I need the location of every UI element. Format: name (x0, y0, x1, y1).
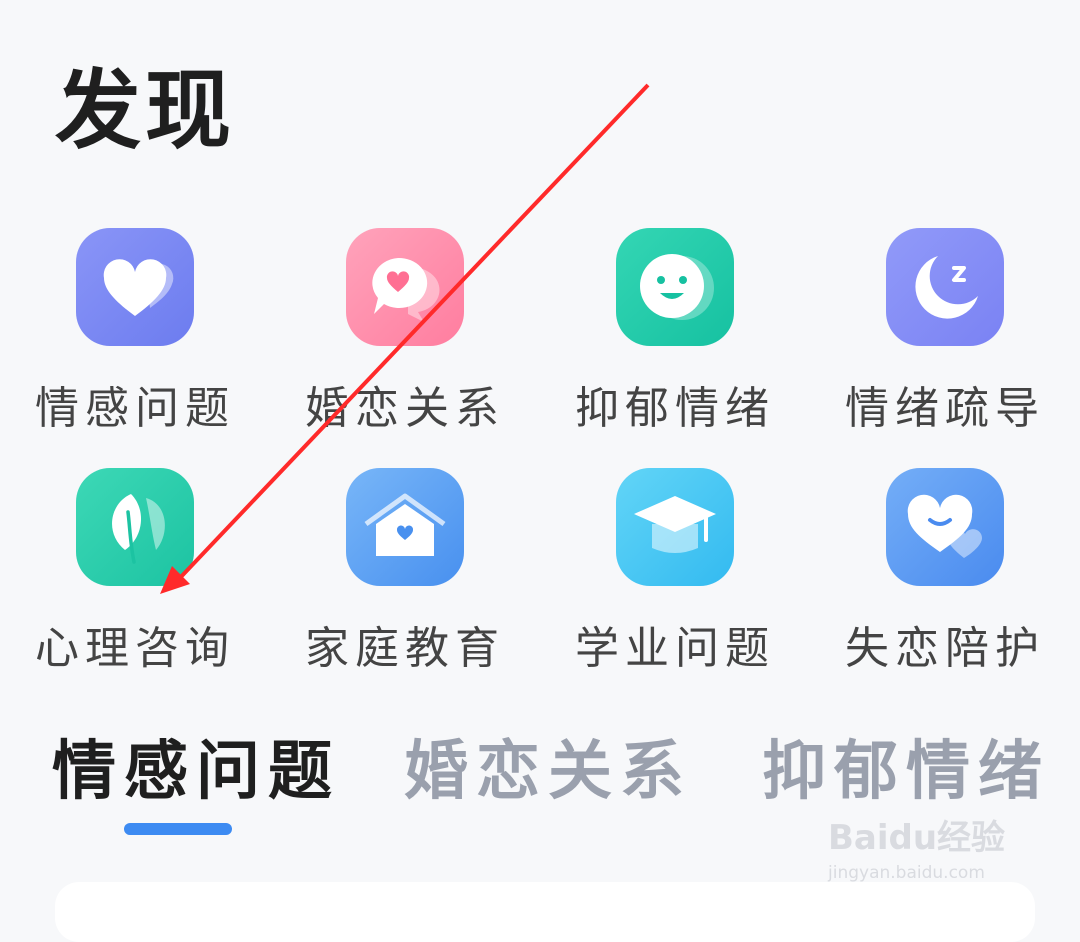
category-label: 抑郁情绪 (575, 383, 775, 434)
heart-icon (76, 228, 194, 346)
category-breakup[interactable]: 失恋陪护 (810, 468, 1080, 674)
category-grid: 情感问题 婚恋关系 抑郁情绪 情绪疏导 心理咨询 家庭教育 学业问题 失恋陪护 (0, 228, 1080, 674)
category-label: 心理咨询 (35, 623, 235, 674)
category-label: 情感问题 (35, 383, 235, 434)
category-label: 学业问题 (575, 623, 775, 674)
category-label: 情绪疏导 (845, 383, 1045, 434)
tab-depression[interactable]: 抑郁情绪 (762, 720, 1050, 812)
watermark: Baidu经验 jingyan.baidu.com (828, 810, 1028, 883)
leaf-icon (76, 468, 194, 586)
category-counseling[interactable]: 心理咨询 (0, 468, 270, 674)
house-heart-icon (346, 468, 464, 586)
page-title: 发现 (55, 60, 235, 161)
tab-marriage[interactable]: 婚恋关系 (404, 720, 692, 812)
category-emotion[interactable]: 情感问题 (0, 228, 270, 434)
category-label: 婚恋关系 (305, 383, 505, 434)
tab-emotion[interactable]: 情感问题 (52, 720, 340, 812)
category-label: 失恋陪护 (845, 623, 1045, 674)
chat-heart-icon (346, 228, 464, 346)
category-family[interactable]: 家庭教育 (270, 468, 540, 674)
smile-face-icon (616, 228, 734, 346)
tab-indicator (124, 823, 232, 835)
category-depression[interactable]: 抑郁情绪 (540, 228, 810, 434)
moon-icon (886, 228, 1004, 346)
watermark-brand: Baidu经验 (828, 818, 1006, 858)
content-card (55, 882, 1035, 942)
category-mood[interactable]: 情绪疏导 (810, 228, 1080, 434)
heart-smile-icon (886, 468, 1004, 586)
category-study[interactable]: 学业问题 (540, 468, 810, 674)
graduation-cap-icon (616, 468, 734, 586)
watermark-url: jingyan.baidu.com (828, 863, 985, 883)
category-label: 家庭教育 (305, 623, 505, 674)
category-marriage[interactable]: 婚恋关系 (270, 228, 540, 434)
